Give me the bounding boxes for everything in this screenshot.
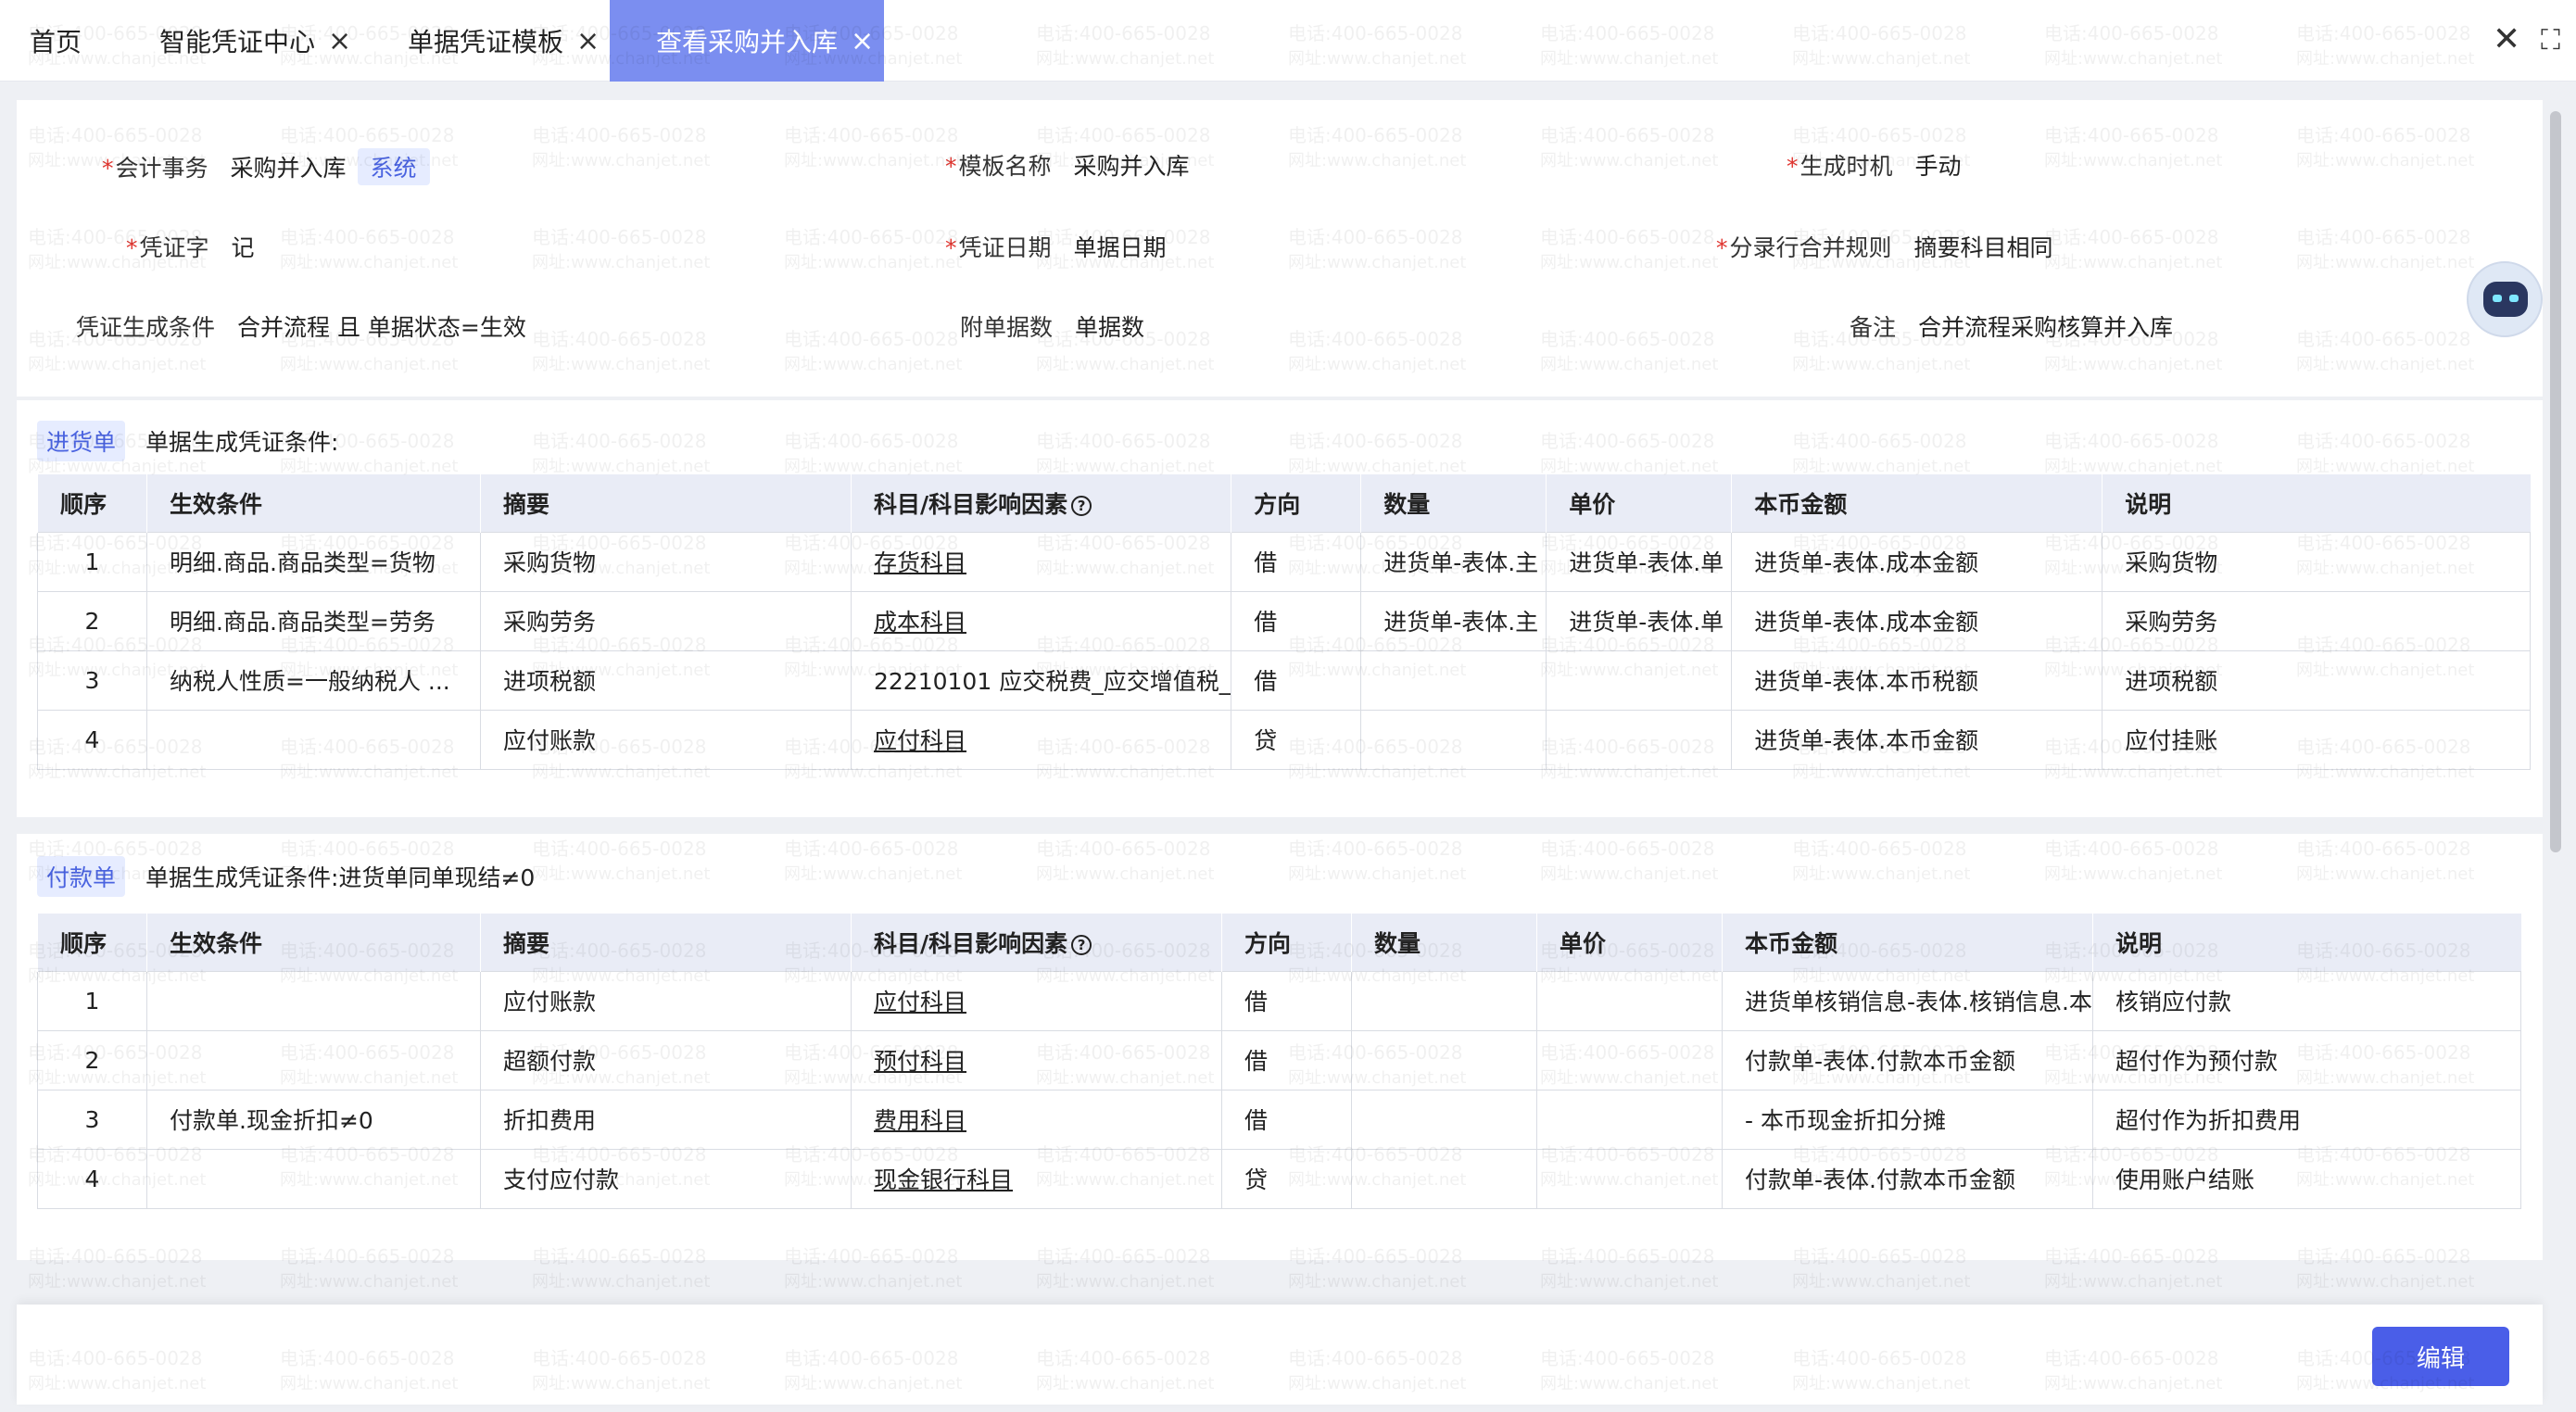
table-header-row: 顺序 生效条件 摘要 科目/科目影响因素? 方向 数量 单价 本币金额 说明 <box>37 914 2521 971</box>
table-row: 2 超额付款 预付科目 借 付款单-表体.付款本币金额 超付作为预付款 <box>37 1029 2521 1091</box>
table-row: 4 支付应付款 现金银行科目 贷 付款单-表体.付款本币金额 使用账户结账 <box>37 1148 2521 1209</box>
col-summary: 摘要 <box>480 914 852 971</box>
tab-smart-voucher-center[interactable]: 智能凭证中心 × <box>159 0 351 82</box>
tab-view-purchase-inbound[interactable]: 查看采购并入库 × <box>610 0 884 82</box>
section-payment-order: 付款单 单据生成凭证条件:进货单同单现结≠0 顺序 生效条件 摘要 科目/科目影响… <box>17 834 2543 1260</box>
tab-voucher-template[interactable]: 单据凭证模板 × <box>408 0 600 82</box>
subject-link[interactable]: 成本科目 <box>874 609 966 636</box>
subject-link[interactable]: 应付科目 <box>874 727 966 754</box>
subject-link[interactable]: 应付科目 <box>874 989 966 1015</box>
col-seq: 顺序 <box>37 474 147 532</box>
section-purchase-order: 进货单 单据生成凭证条件: 顺序 生效条件 摘要 科目/科目影响因素? 方向 数量… <box>17 400 2543 817</box>
assistant-robot-icon[interactable] <box>2467 261 2543 337</box>
col-subject: 科目/科目影响因素? <box>850 474 1231 532</box>
col-condition: 生效条件 <box>146 914 481 971</box>
table-row: 1 应付账款 应付科目 借 进货单核销信息-表体.核销信息.本 核销应付款 <box>37 970 2521 1031</box>
close-icon[interactable]: × <box>851 25 874 57</box>
required-mark: * <box>1716 234 1728 261</box>
subject-link[interactable]: 现金银行科目 <box>874 1166 1013 1193</box>
col-amount: 本币金额 <box>1722 914 2093 971</box>
field-accounting-affair: *会计事务 采购并入库 系统 <box>102 148 430 185</box>
required-mark: * <box>1787 153 1799 180</box>
tab-label: 单据凭证模板 <box>408 27 564 57</box>
required-mark: * <box>945 234 957 261</box>
section-tag: 付款单 <box>37 856 126 897</box>
tab-bar: 首页 智能凭证中心 × 单据凭证模板 × 查看采购并入库 × ✕ ⛶ <box>0 0 2576 82</box>
section-header: 付款单 单据生成凭证条件:进货单同单现结≠0 <box>37 856 535 897</box>
col-condition: 生效条件 <box>146 474 481 532</box>
subject-link[interactable]: 预付科目 <box>874 1048 966 1075</box>
col-note: 说明 <box>2102 474 2531 532</box>
help-icon[interactable]: ? <box>1071 495 1092 516</box>
help-icon[interactable]: ? <box>1071 934 1092 955</box>
col-direction: 方向 <box>1221 914 1352 971</box>
subject-link[interactable]: 费用科目 <box>874 1107 966 1134</box>
subject-text: 22210101 应交税费_应交增值税_ <box>874 668 1231 695</box>
entry-table: 顺序 生效条件 摘要 科目/科目影响因素? 方向 数量 单价 本币金额 说明 1… <box>37 474 2532 770</box>
scrollbar-thumb[interactable] <box>2550 111 2561 852</box>
system-badge: 系统 <box>357 148 430 185</box>
section-condition: 单据生成凭证条件:进货单同单现结≠0 <box>145 864 536 891</box>
field-generate-timing: *生成时机 手动 <box>1787 153 1962 180</box>
table-row: 1 明细.商品.商品类型=货物 采购货物 存货科目 借 进货单-表体.主 进货单… <box>37 531 2532 592</box>
field-voucher-word: *凭证字记 <box>126 234 255 261</box>
section-header: 进货单 单据生成凭证条件: <box>37 421 338 461</box>
table-header-row: 顺序 生效条件 摘要 科目/科目影响因素? 方向 数量 单价 本币金额 说明 <box>37 474 2531 532</box>
tab-label: 首页 <box>30 27 82 57</box>
close-icon[interactable]: × <box>328 25 351 57</box>
voucher-template-info: *会计事务 采购并入库 系统 *模板名称 采购并入库 *生成时机 手动 *凭证字记 *凭… <box>17 100 2543 397</box>
edit-button[interactable]: 编辑 <box>2372 1327 2509 1386</box>
table-row: 3 纳税人性质=一般纳税人 ... 进项税额 22210101 应交税费_应交增… <box>37 649 2532 711</box>
window-close-icon[interactable]: ✕ <box>2493 20 2520 58</box>
col-subject: 科目/科目影响因素? <box>851 914 1222 971</box>
entry-table: 顺序 生效条件 摘要 科目/科目影响因素? 方向 数量 单价 本币金额 说明 1… <box>37 914 2521 1209</box>
subject-link[interactable]: 存货科目 <box>874 549 966 576</box>
field-template-name: *模板名称 采购并入库 <box>945 153 1190 180</box>
col-price: 单价 <box>1546 474 1732 532</box>
field-remark: 备注 合并流程采购核算并入库 <box>1850 314 2174 341</box>
fullscreen-icon[interactable]: ⛶ <box>2541 24 2560 57</box>
col-quantity: 数量 <box>1360 474 1547 532</box>
field-attach-count: 附单据数 单据数 <box>960 314 1145 341</box>
col-note: 说明 <box>2092 914 2521 971</box>
tab-home[interactable]: 首页 <box>30 0 82 82</box>
required-mark: * <box>102 155 114 182</box>
required-mark: * <box>945 153 957 180</box>
col-quantity: 数量 <box>1351 914 1537 971</box>
section-condition: 单据生成凭证条件: <box>145 429 339 456</box>
field-generate-condition: 凭证生成条件 合并流程 且 单据状态=生效 <box>76 314 526 341</box>
field-voucher-date: *凭证日期 单据日期 <box>945 234 1167 261</box>
close-icon[interactable]: × <box>576 25 600 57</box>
tab-label: 查看采购并入库 <box>656 27 839 57</box>
col-price: 单价 <box>1536 914 1723 971</box>
tab-label: 智能凭证中心 <box>159 27 316 57</box>
field-merge-rule: *分录行合并规则 摘要科目相同 <box>1716 234 2053 261</box>
footer-bar: 编辑 <box>17 1305 2543 1405</box>
table-row: 3 付款单.现金折扣≠0 折扣费用 费用科目 借 - 本币现金折扣分摊 超付作为… <box>37 1089 2521 1150</box>
table-row: 2 明细.商品.商品类型=劳务 采购劳务 成本科目 借 进货单-表体.主 进货单… <box>37 590 2532 651</box>
col-amount: 本币金额 <box>1731 474 2102 532</box>
col-direction: 方向 <box>1231 474 1361 532</box>
col-summary: 摘要 <box>480 474 852 532</box>
col-seq: 顺序 <box>37 914 147 971</box>
required-mark: * <box>126 234 138 261</box>
table-row: 4 应付账款 应付科目 贷 进货单-表体.本币金额 应付挂账 <box>37 709 2532 770</box>
section-tag: 进货单 <box>37 421 126 461</box>
